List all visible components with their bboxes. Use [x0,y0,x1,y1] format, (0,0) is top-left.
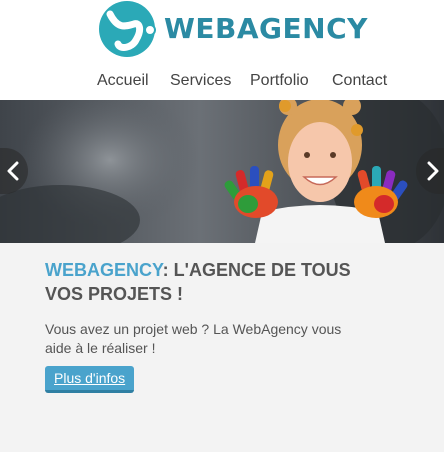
chevron-right-icon [427,161,439,181]
nav-item-accueil[interactable]: Accueil [97,72,149,90]
logo-mark-icon [99,1,156,57]
logo[interactable]: WEBAGENCY [98,0,367,60]
logo-text: WEBAGENCY [164,12,368,45]
nav-item-portfolio[interactable]: Portfolio [250,72,309,90]
more-info-button[interactable]: Plus d'infos [45,366,135,393]
headline-brand: WEBAGENCY [45,260,163,280]
hero-headline: WEBAGENCY: L'AGENCE DE TOUS VOS PROJETS … [45,258,375,306]
main-nav: Accueil Services Portfolio Contact [0,72,444,94]
chevron-left-icon [7,161,19,181]
hero-intro: Vous avez un projet web ? La WebAgency v… [45,321,342,356]
nav-item-contact[interactable]: Contact [332,72,387,90]
site-header: WEBAGENCY Accueil Services Portfolio Con… [0,0,444,100]
slide-image [0,100,444,243]
nav-item-services[interactable]: Services [170,72,231,90]
hero-slider [0,100,444,243]
hero-content: WEBAGENCY: L'AGENCE DE TOUS VOS PROJETS … [45,258,375,393]
